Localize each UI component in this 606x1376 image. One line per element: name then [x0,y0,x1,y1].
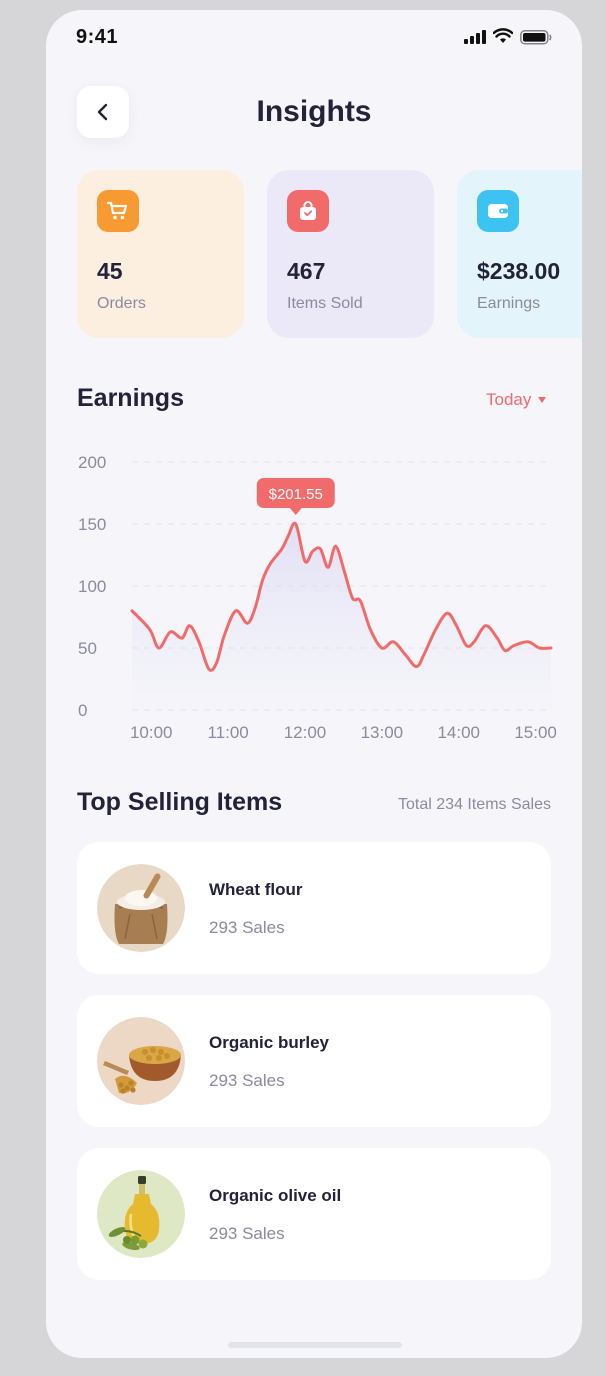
stat-label: Items Sold [287,295,363,312]
organic-burley-image [97,1017,185,1105]
battery-icon [520,30,552,45]
top-selling-title: Top Selling Items [77,788,283,816]
wheat-flour-image [97,864,185,952]
item-name: Organic olive oil [209,1186,342,1205]
x-tick-label: 12:00 [284,723,327,740]
caret-down-icon [538,397,547,403]
stat-icon-box [477,190,519,232]
earnings-chart: 0 50 100 150 200 10:00 11:00 12:00 13:00 14:00 15:… [78,453,557,740]
item-name: Organic burley [209,1033,329,1052]
y-tick-label: 0 [78,701,87,720]
item-name: Wheat flour [209,880,303,899]
wallet-icon [488,204,508,218]
x-tick-label: 13:00 [361,723,404,740]
stat-icon-box [287,190,329,232]
earnings-title: Earnings [77,384,184,412]
y-tick-label: 50 [78,639,97,658]
phone-screen: 9:41 Insights 45 Orders 467 Items Sold $… [46,10,582,1358]
period-dropdown[interactable]: Today [486,390,547,410]
y-tick-label: 200 [78,453,106,472]
stat-card-earnings[interactable]: $238.00 Earnings [457,170,582,338]
stat-label: Orders [97,295,146,312]
stat-label: Earnings [477,295,541,312]
stat-card-items-sold[interactable]: 467 Items Sold [267,170,434,338]
x-tick-label: 15:00 [514,723,557,740]
earnings-area [132,523,551,710]
stat-icon-box [97,190,139,232]
x-tick-label: 14:00 [437,723,480,740]
home-indicator[interactable] [228,1342,402,1348]
stat-card-orders[interactable]: 45 Orders [77,170,244,338]
item-sales: 293 Sales [209,918,285,937]
page-title: Insights [256,95,372,128]
x-tick-label: 10:00 [130,723,173,740]
cart-icon [107,201,128,220]
y-tick-label: 100 [78,577,106,596]
list-item[interactable]: Wheat flour 293 Sales [77,842,551,974]
period-dropdown-label: Today [486,390,532,409]
y-tick-label: 150 [78,515,106,534]
list-item[interactable]: Organic burley 293 Sales [77,995,551,1127]
cellular-signal-icon [464,30,486,44]
status-bar: 9:41 [46,10,582,70]
status-time: 9:41 [76,26,119,48]
list-item[interactable]: Organic olive oil 293 Sales [77,1148,551,1280]
x-tick-label: 11:00 [207,723,248,740]
stat-value: 45 [97,258,123,284]
item-sales: 293 Sales [209,1071,285,1090]
wifi-icon [493,28,513,43]
shopping-bag-icon [300,201,316,220]
tooltip-label: $201.55 [269,486,323,503]
peak-tooltip: $201.55 [256,478,335,515]
tooltip-pointer [289,508,302,515]
stat-value: 467 [287,258,326,284]
item-sales: 293 Sales [209,1224,285,1243]
stat-value: $238.00 [477,258,561,284]
total-sales-text: Total 234 Items Sales [398,796,551,813]
organic-olive-oil-image [97,1170,185,1258]
